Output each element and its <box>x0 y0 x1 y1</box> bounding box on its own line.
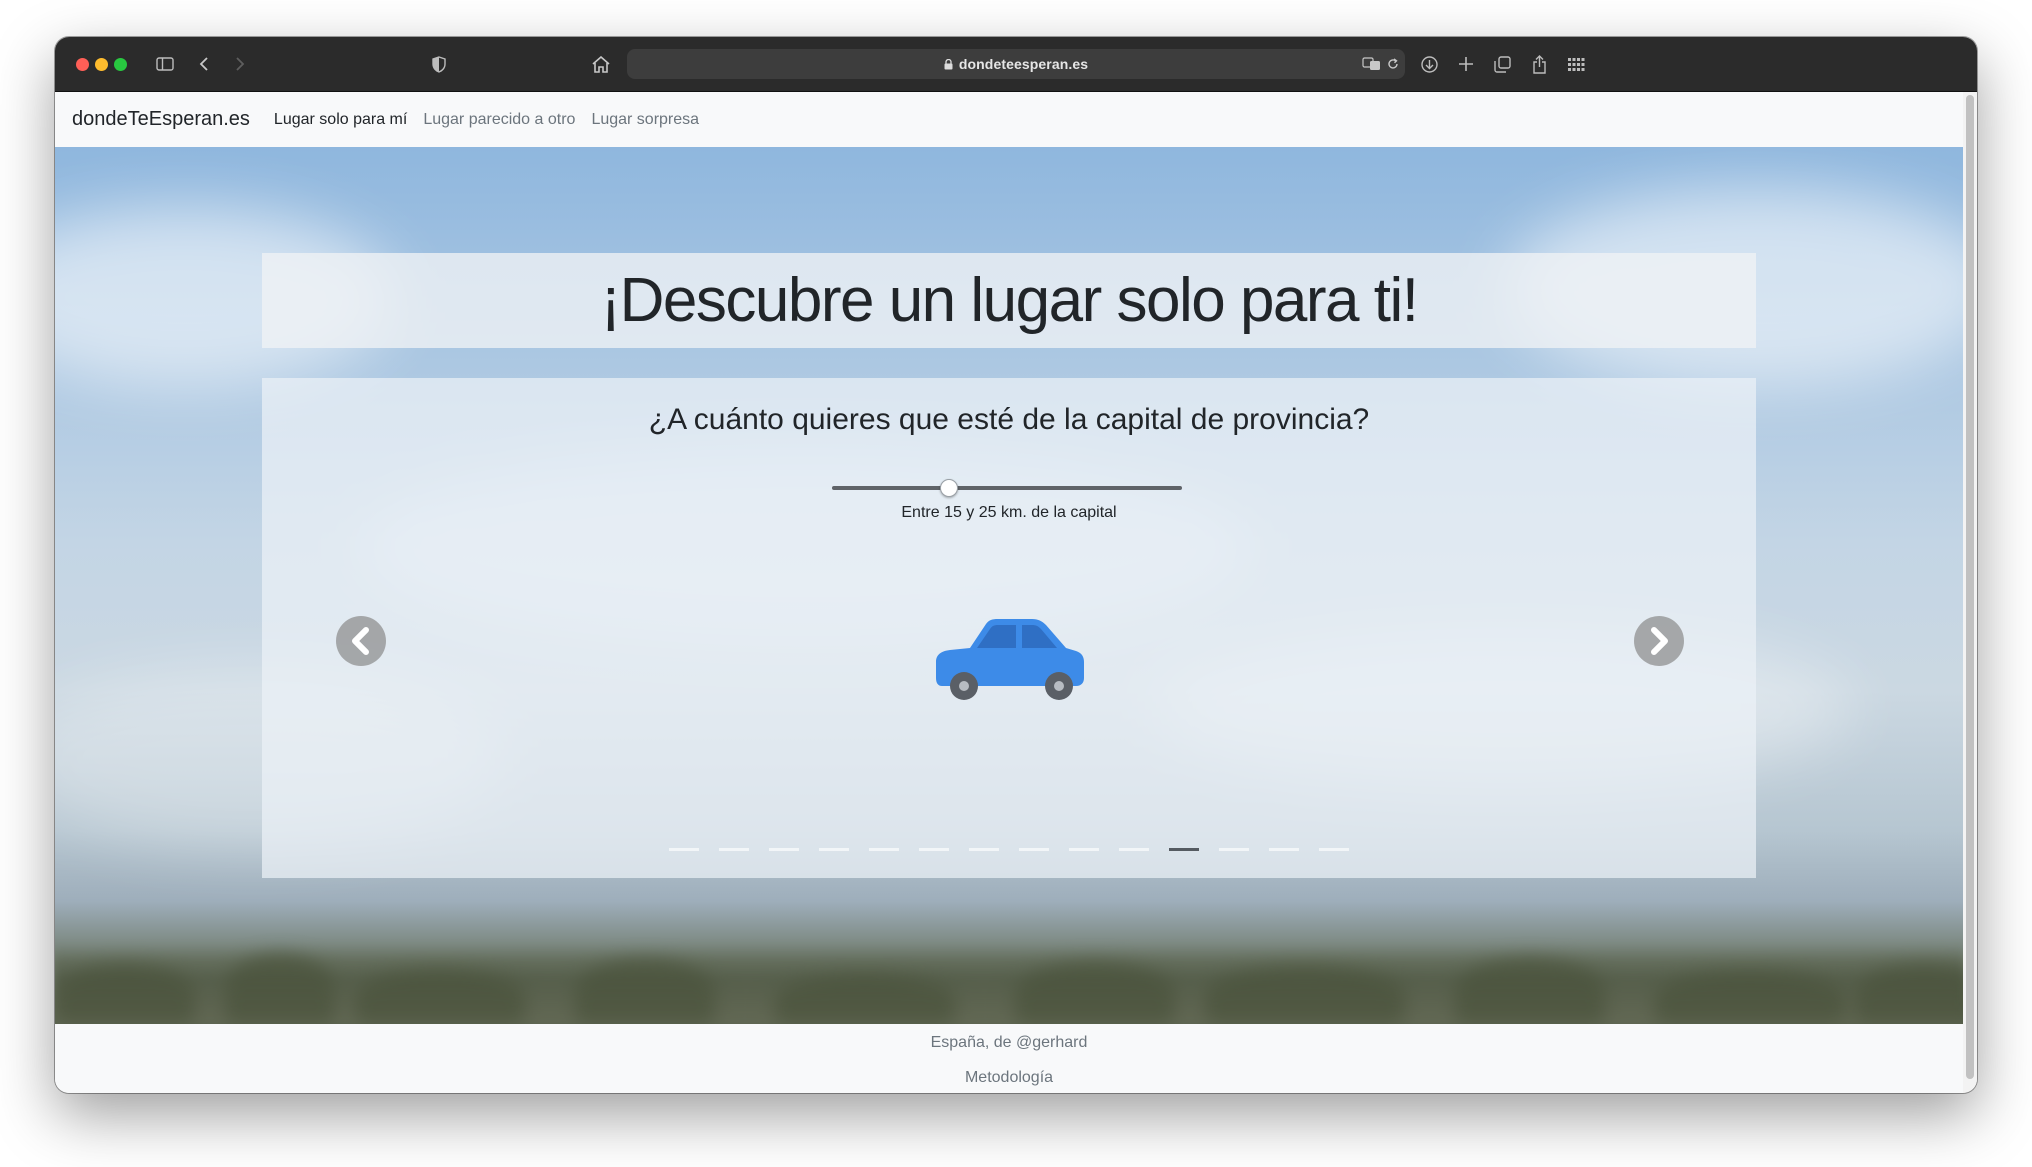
url-text: dondeteesperan.es <box>958 56 1089 72</box>
new-tab-icon[interactable] <box>1454 50 1478 78</box>
nav-link-lugar-sorpresa[interactable]: Lugar sorpresa <box>591 111 699 129</box>
back-icon[interactable] <box>194 50 214 78</box>
carousel-indicator[interactable] <box>719 848 749 851</box>
carousel-indicator[interactable] <box>1169 848 1199 851</box>
grid-icon[interactable] <box>1564 50 1588 78</box>
carousel-indicator[interactable] <box>869 848 899 851</box>
address-bar[interactable]: dondeteesperan.es <box>627 49 1405 79</box>
carousel-indicator[interactable] <box>969 848 999 851</box>
reload-icon[interactable] <box>1385 50 1401 78</box>
carousel-indicator[interactable] <box>819 848 849 851</box>
carousel-prev-button[interactable] <box>336 616 386 666</box>
question-carousel: ¿A cuánto quieres que esté de la capital… <box>262 378 1756 878</box>
shield-icon[interactable] <box>429 50 449 78</box>
footer-credit[interactable]: España, de @gerhard <box>55 1034 1963 1052</box>
web-page: dondeTeEsperan.es Lugar solo para mí Lug… <box>55 92 1977 1093</box>
carousel-indicator[interactable] <box>769 848 799 851</box>
close-window-button[interactable] <box>76 58 89 71</box>
treeline <box>55 944 1963 1024</box>
carousel-indicator[interactable] <box>1319 848 1349 851</box>
forward-icon[interactable] <box>230 50 250 78</box>
carousel-indicator[interactable] <box>1119 848 1149 851</box>
scrollbar-thumb[interactable] <box>1966 95 1974 1079</box>
browser-toolbar: dondeteesperan.es <box>55 37 1977 92</box>
carousel-indicator[interactable] <box>669 848 699 851</box>
nav-link-lugar-parecido-a-otro[interactable]: Lugar parecido a otro <box>423 111 575 129</box>
site-footer: España, de @gerhard Metodología <box>55 1024 1963 1093</box>
hero-background: ¡Descubre un lugar solo para ti! ¿A cuán… <box>55 147 1963 1024</box>
carousel-next-button[interactable] <box>1634 616 1684 666</box>
footer-methodology-link[interactable]: Metodología <box>55 1069 1963 1087</box>
slider-track[interactable] <box>832 486 1182 490</box>
carousel-indicator[interactable] <box>1069 848 1099 851</box>
tabs-overview-icon[interactable] <box>1490 50 1514 78</box>
carousel-indicator[interactable] <box>1219 848 1249 851</box>
site-brand-link[interactable]: dondeTeEsperan.es <box>72 108 250 131</box>
slider-value-caption: Entre 15 y 25 km. de la capital <box>901 504 1117 521</box>
page-title: ¡Descubre un lugar solo para ti! <box>600 266 1419 335</box>
carousel-indicator[interactable] <box>1019 848 1049 851</box>
title-panel: ¡Descubre un lugar solo para ti! <box>262 253 1756 348</box>
chevron-right-icon <box>1651 627 1668 655</box>
download-icon[interactable] <box>1417 50 1441 78</box>
chevron-left-icon <box>352 627 369 655</box>
lock-icon <box>944 58 953 70</box>
carousel-indicator[interactable] <box>1269 848 1299 851</box>
question-text: ¿A cuánto quieres que esté de la capital… <box>648 403 1370 436</box>
carousel-indicators <box>669 848 1369 851</box>
page-scrollbar[interactable] <box>1963 92 1977 1093</box>
car-icon <box>936 619 1084 700</box>
distance-slider[interactable] <box>832 478 1182 498</box>
carousel-indicator[interactable] <box>919 848 949 851</box>
browser-window: dondeteesperan.es dondeTeEsperan.es Luga… <box>55 37 1977 1093</box>
slider-thumb[interactable] <box>939 479 958 497</box>
zoom-window-button[interactable] <box>114 58 127 71</box>
site-navbar: dondeTeEsperan.es Lugar solo para mí Lug… <box>55 92 1963 147</box>
translate-icon[interactable] <box>1361 50 1383 78</box>
minimize-window-button[interactable] <box>95 58 108 71</box>
home-icon[interactable] <box>589 50 613 78</box>
share-icon[interactable] <box>1527 50 1551 78</box>
nav-link-lugar-solo-para-mi[interactable]: Lugar solo para mí <box>274 111 407 129</box>
sidebar-icon[interactable] <box>152 50 178 78</box>
